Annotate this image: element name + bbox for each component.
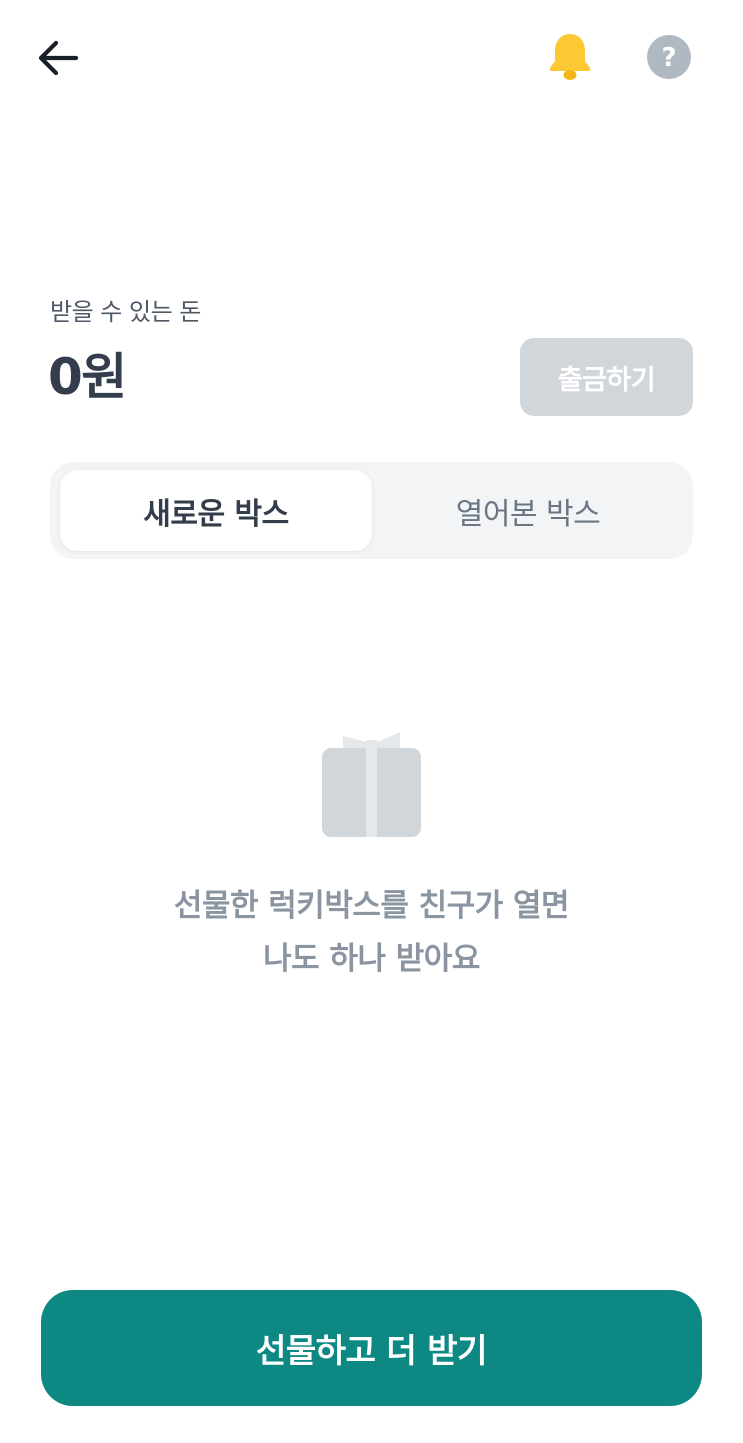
gift-box-icon bbox=[321, 728, 422, 838]
gift-and-get-more-button[interactable]: 선물하고 더 받기 bbox=[41, 1290, 702, 1406]
empty-state-line-2: 나도 하나 받아요 bbox=[263, 941, 480, 977]
balance-label: 받을 수 있는 돈 bbox=[50, 298, 201, 326]
balance-amount: 0원 bbox=[48, 348, 127, 406]
withdraw-button[interactable]: 출금하기 bbox=[520, 338, 693, 416]
help-glyph: ? bbox=[661, 43, 676, 73]
tab-opened-boxes[interactable]: 열어본 박스 bbox=[372, 470, 684, 551]
box-tabs: 새로운 박스 열어본 박스 bbox=[50, 462, 693, 559]
tab-new-boxes[interactable]: 새로운 박스 bbox=[60, 470, 372, 551]
help-button[interactable]: ? bbox=[641, 29, 697, 85]
back-button[interactable] bbox=[28, 30, 88, 86]
empty-state-message: 선물한 럭키박스를 친구가 열면 나도 하나 받아요 bbox=[0, 880, 743, 986]
notification-button[interactable] bbox=[540, 26, 600, 86]
question-circle-icon: ? bbox=[647, 35, 691, 79]
empty-state-line-1: 선물한 럭키박스를 친구가 열면 bbox=[173, 888, 570, 924]
arrow-left-icon bbox=[38, 40, 79, 76]
bell-icon bbox=[549, 34, 591, 80]
